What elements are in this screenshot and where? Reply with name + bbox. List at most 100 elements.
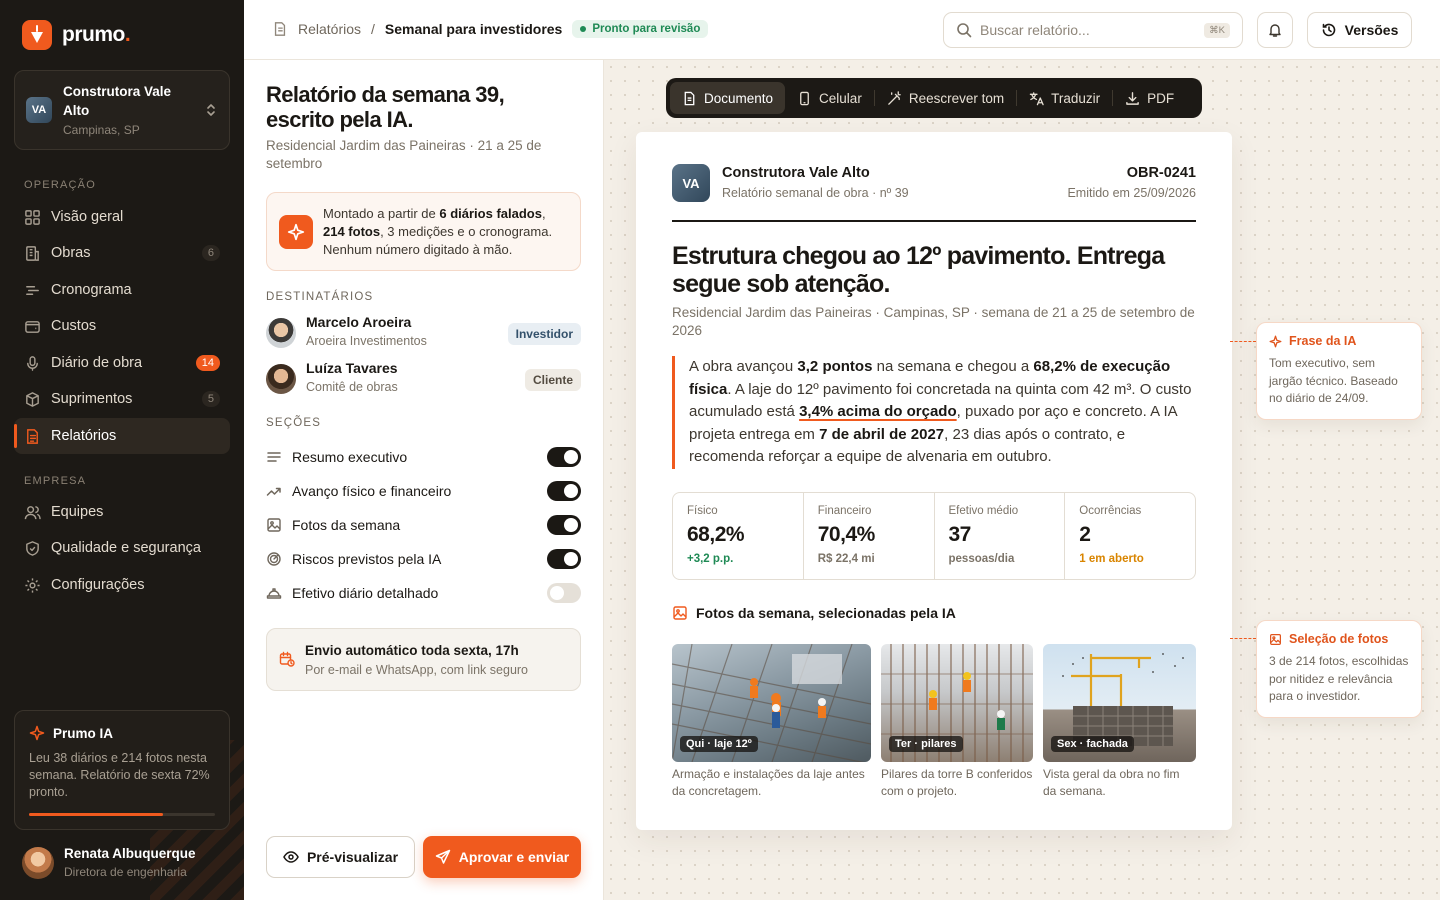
sidebar-item-settings[interactable]: Configurações	[14, 567, 230, 603]
ai-source-part: ,	[541, 206, 546, 221]
section-toggle[interactable]	[547, 549, 581, 569]
sidebar-item-projects[interactable]: Obras 6	[14, 235, 230, 271]
photo-selection-annotation[interactable]: Seleção de fotos 3 de 214 fotos, escolhi…	[1256, 620, 1422, 718]
sidebar: prumo. VA Construtora Vale Alto Campinas…	[0, 0, 244, 900]
company-avatar: VA	[26, 97, 52, 123]
logo[interactable]: prumo.	[22, 20, 131, 50]
section-label: Fotos da semana	[292, 517, 401, 533]
sidebar-item-label: Equipes	[51, 504, 104, 520]
section-row-daily-workforce: Efetivo diário detalhado	[266, 581, 581, 605]
tab-phone[interactable]: Celular	[785, 82, 874, 114]
topbar: Relatórios / Semanal para investidores P…	[244, 0, 1440, 60]
sidebar-item-reports[interactable]: Relatórios	[14, 418, 230, 454]
user-role: Diretora de engenharia	[64, 865, 187, 879]
photo-description: Armação e instalações da laje antes da c…	[672, 767, 865, 798]
tab-document[interactable]: Documento	[670, 82, 786, 114]
status-badge: Pronto para revisão	[572, 20, 709, 38]
kpi-workforce: Efetivo médio 37 pessoas/dia	[935, 493, 1066, 579]
tab-label: PDF	[1147, 90, 1175, 106]
section-label: Riscos previstos pela IA	[292, 551, 442, 567]
kpi-physical: Físico 68,2% +3,2 p.p.	[673, 493, 804, 579]
summary-highlight: 3,2 pontos	[797, 358, 873, 375]
preview-button[interactable]: Pré-visualizar	[266, 836, 415, 878]
pdf-download-button[interactable]: PDF	[1113, 82, 1186, 114]
kpi-incidents: Ocorrências 2 1 em aberto	[1065, 493, 1195, 579]
sidebar-item-teams[interactable]: Equipes	[14, 494, 230, 530]
sidebar-item-site-diary[interactable]: Diário de obra 14	[14, 345, 230, 381]
approve-send-button[interactable]: Aprovar e enviar	[423, 836, 581, 878]
avatar	[266, 318, 296, 348]
search-box[interactable]: ⌘K	[943, 12, 1243, 48]
photo-description: Vista geral da obra no fim da semana.	[1043, 767, 1180, 798]
report-settings-panel: Relatório da semana 39, escrito pela IA.…	[244, 60, 604, 900]
shortcut-hint: ⌘K	[1204, 22, 1230, 38]
recipient-name: Luíza Tavares	[306, 360, 398, 376]
section-label: Avanço físico e financeiro	[292, 483, 452, 499]
site-photo[interactable]: Ter · pilares	[881, 644, 1033, 762]
section-toggle[interactable]	[547, 583, 581, 603]
hard-hat-icon	[266, 588, 282, 599]
breadcrumb-current: Semanal para investidores	[384, 21, 563, 37]
logo-text: prumo	[62, 23, 125, 46]
page-subtitle: Residencial Jardim das Paineiras · 21 a …	[266, 138, 542, 171]
sidebar-item-label: Cronograma	[51, 282, 132, 298]
document-canvas: Documento Celular Reescrever tom Traduzi…	[604, 60, 1440, 900]
annotation-text: Tom executivo, sem jargão técnico. Basea…	[1269, 356, 1398, 405]
timeline-icon	[26, 285, 39, 295]
translate-button[interactable]: Traduzir	[1017, 82, 1112, 114]
sidebar-item-schedule[interactable]: Cronograma	[14, 272, 230, 308]
sidebar-item-supplies[interactable]: Suprimentos 5	[14, 381, 230, 417]
company-avatar: VA	[672, 164, 710, 202]
count-badge: 14	[195, 355, 220, 371]
sidebar-item-quality-safety[interactable]: Qualidade e segurança	[14, 530, 230, 566]
notifications-button[interactable]	[1257, 12, 1293, 48]
sidebar-item-label: Configurações	[51, 577, 145, 593]
tab-label: Traduzir	[1051, 90, 1101, 106]
recipient-name: Marcelo Aroeira	[306, 314, 412, 330]
sidebar-item-costs[interactable]: Custos	[14, 308, 230, 344]
sidebar-item-label: Qualidade e segurança	[51, 540, 201, 556]
search-icon	[957, 23, 972, 38]
radar-icon	[267, 552, 281, 566]
ai-source-bold: 6 diários falados	[439, 206, 542, 221]
building-icon	[26, 245, 39, 261]
user-profile[interactable]: Renata Albuquerque Diretora de engenhari…	[22, 846, 196, 879]
box-icon	[26, 391, 39, 407]
breadcrumb-separator: /	[371, 21, 375, 37]
company-location: Campinas, SP	[63, 123, 140, 137]
auto-send-card[interactable]: Envio automático toda sexta, 17h Por e-m…	[266, 628, 581, 691]
kpi-sub: R$ 22,4 mi	[817, 553, 875, 565]
sections-label: SEÇÕES	[266, 417, 322, 429]
section-row-photos: Fotos da semana	[266, 513, 581, 537]
calendar-clock-icon	[279, 651, 295, 667]
document-header: VA Construtora Vale Alto Relatório seman…	[672, 164, 1196, 222]
document-icon	[684, 91, 695, 105]
recipient-row[interactable]: Luíza Tavares Comitê de obras Cliente	[266, 360, 581, 400]
shield-icon	[26, 540, 39, 556]
ai-progress-fill	[29, 813, 163, 816]
project-code: OBR-0241	[1126, 165, 1196, 181]
section-toggle[interactable]	[547, 515, 581, 535]
recipient-row[interactable]: Marcelo Aroeira Aroeira Investimentos In…	[266, 314, 581, 354]
document-location: Residencial Jardim das Paineiras · Campi…	[672, 305, 1195, 338]
section-toggle[interactable]	[547, 481, 581, 501]
ai-phrase-annotation[interactable]: Frase da IA Tom executivo, sem jargão té…	[1256, 322, 1422, 420]
breadcrumb: Relatórios / Semanal para investidores P…	[272, 20, 709, 38]
ai-source-card: Montado a partir de 6 diários falados, 2…	[266, 192, 581, 271]
rewrite-tone-button[interactable]: Reescrever tom	[875, 82, 1016, 114]
sidebar-item-overview[interactable]: Visão geral	[14, 199, 230, 235]
executive-summary[interactable]: A obra avançou 3,2 pontos na semana e ch…	[672, 356, 1196, 469]
section-toggle[interactable]	[547, 447, 581, 467]
kpi-label: Físico	[687, 505, 718, 517]
ai-status-card[interactable]: Prumo IA Leu 38 diários e 214 fotos nest…	[14, 710, 230, 830]
breadcrumb-root[interactable]: Relatórios	[298, 21, 361, 37]
versions-button[interactable]: Versões	[1307, 12, 1412, 48]
search-input[interactable]	[980, 22, 1190, 38]
report-icon	[274, 22, 286, 36]
company-switcher[interactable]: VA Construtora Vale Alto Campinas, SP	[14, 70, 230, 150]
versions-label: Versões	[1344, 22, 1399, 38]
photos-section-title: Fotos da semana, selecionadas pela IA	[672, 605, 956, 621]
site-photo[interactable]: Qui · laje 12º	[672, 644, 871, 762]
site-photo[interactable]: Sex · fachada	[1043, 644, 1196, 762]
sidebar-item-label: Custos	[51, 318, 97, 334]
